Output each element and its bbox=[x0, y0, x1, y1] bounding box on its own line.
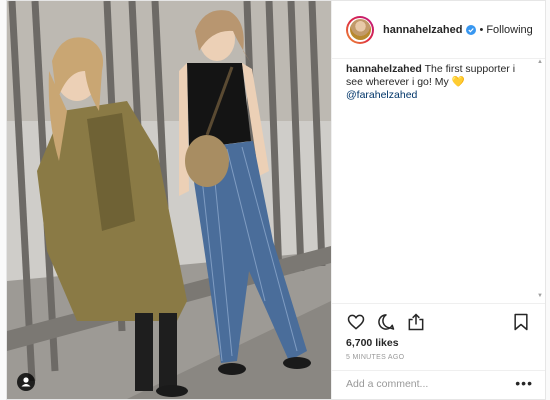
avatar-image bbox=[349, 19, 371, 40]
bookmark-icon[interactable] bbox=[511, 312, 531, 332]
post-timestamp[interactable]: 5 MINUTES AGO bbox=[346, 354, 404, 361]
likes-count[interactable]: 6,700 likes bbox=[346, 337, 399, 349]
post-header: hannahelzahed • Following bbox=[332, 1, 545, 59]
comment-bar: ••• bbox=[332, 370, 545, 399]
scroll-down-arrow-icon[interactable]: ▼ bbox=[537, 293, 543, 299]
comment-icon[interactable] bbox=[376, 312, 396, 332]
comment-input[interactable] bbox=[346, 378, 496, 390]
post-caption: hannahelzahed The first supporter i see … bbox=[346, 63, 525, 102]
heart-icon[interactable] bbox=[346, 312, 366, 332]
share-icon[interactable] bbox=[406, 312, 426, 332]
follow-separator: • bbox=[479, 23, 484, 36]
more-options-icon[interactable]: ••• bbox=[515, 375, 533, 391]
user-tag-glyph bbox=[21, 377, 31, 387]
post-actions: 6,700 likes 5 MINUTES AGO bbox=[332, 303, 545, 374]
post-sidebar: hannahelzahed • Following hannahelzahed … bbox=[331, 1, 545, 399]
photo-illustration bbox=[7, 1, 331, 399]
caption-mention-link[interactable]: @farahelzahed bbox=[346, 89, 417, 101]
avatar[interactable] bbox=[346, 15, 374, 44]
verified-icon bbox=[466, 24, 477, 35]
scroll-up-arrow-icon[interactable]: ▲ bbox=[537, 59, 543, 65]
following-button[interactable]: Following bbox=[486, 24, 532, 36]
avatar-ring bbox=[348, 17, 372, 42]
action-icons bbox=[346, 312, 426, 332]
post-card: hannahelzahed • Following hannahelzahed … bbox=[6, 0, 546, 400]
post-photo[interactable] bbox=[7, 1, 331, 399]
user-tag-icon[interactable] bbox=[17, 373, 35, 391]
caption-username[interactable]: hannahelzahed bbox=[346, 63, 422, 75]
username-link[interactable]: hannahelzahed bbox=[383, 24, 462, 36]
